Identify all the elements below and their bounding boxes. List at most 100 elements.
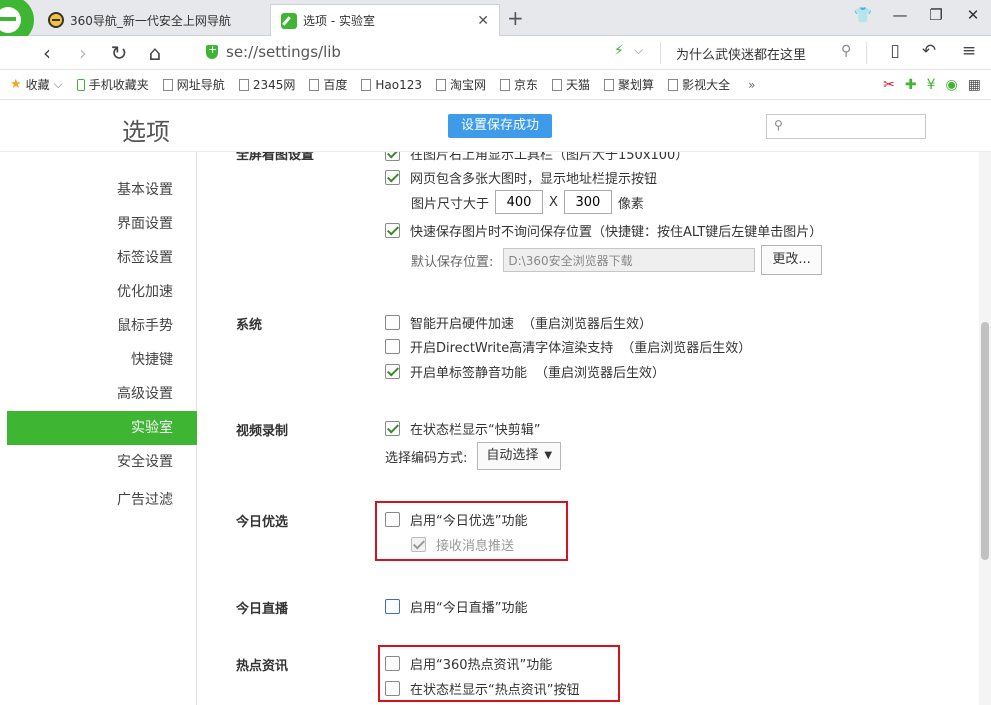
mobile-icon[interactable]: ▯ [883, 41, 907, 61]
sidebar-item-lab[interactable]: 实验室 [7, 411, 197, 445]
option-today-live[interactable]: 启用“今日直播”功能 [385, 597, 527, 616]
close-tab-icon[interactable]: ✕ [477, 13, 489, 29]
url-field[interactable]: se://settings/lib [206, 43, 341, 61]
checkbox[interactable] [385, 364, 400, 379]
bookmark-item[interactable]: 网址导航 [162, 76, 225, 93]
checkbox[interactable] [385, 512, 400, 527]
speed-mode-icon[interactable]: ⚡ [614, 43, 624, 59]
skin-icon[interactable]: 👕 [852, 6, 874, 24]
close-window-button[interactable]: ✕ [962, 6, 984, 24]
bookmark-label: 手机收藏夹 [88, 78, 149, 92]
bookmark-item[interactable]: 百度 [309, 76, 347, 93]
save-path-field[interactable] [503, 248, 756, 272]
yen-icon[interactable]: ¥ [927, 77, 936, 93]
minimize-button[interactable]: — [889, 6, 911, 24]
search-icon[interactable]: ⚲ [841, 43, 851, 59]
scrollbar-thumb[interactable] [981, 322, 989, 560]
bookmark-item[interactable]: 2345网 [238, 76, 296, 93]
option-image-toolbar[interactable]: 在图片右上角显示工具栏（图片大于150x100） [385, 152, 688, 163]
save-path-row: 默认保存位置: 更改... [411, 245, 822, 275]
sidebar-item-mouse-gesture[interactable]: 鼠标手势 [7, 309, 197, 343]
home-button[interactable]: ⌂ [142, 40, 168, 66]
sidebar-item-basic[interactable]: 基本设置 [7, 173, 197, 207]
sidebar-item-interface[interactable]: 界面设置 [7, 207, 197, 241]
bookmark-item[interactable]: 聚划算 [604, 76, 654, 93]
scissors-icon[interactable]: ✂ [883, 77, 895, 93]
option-tab-mute[interactable]: 开启单标签静音功能 （重启浏览器后生效） [385, 362, 665, 381]
checkbox[interactable] [385, 223, 400, 238]
tab-settings-lab[interactable]: 选项 - 实验室 ✕ [270, 4, 500, 36]
undo-icon[interactable]: ↶ [917, 41, 941, 61]
app-plus-icon[interactable]: ✚ [905, 77, 917, 93]
change-path-button[interactable]: 更改... [761, 245, 822, 275]
apps-grid-icon[interactable]: ▦ [968, 77, 981, 93]
back-button[interactable]: ‹ [34, 40, 60, 66]
refresh-button[interactable]: ↻ [106, 40, 132, 66]
sidebar-item-shortcuts[interactable]: 快捷键 [7, 343, 197, 377]
bookmark-item[interactable]: 京东 [500, 76, 538, 93]
scrollbar[interactable] [979, 152, 991, 705]
option-text: 接收消息推送 [436, 539, 515, 554]
bookmark-label: 天猫 [566, 78, 591, 92]
option-directwrite[interactable]: 开启DirectWrite高清字体渲染支持 （重启浏览器后生效） [385, 337, 751, 356]
gamepad-icon[interactable]: ◉ [946, 77, 958, 93]
page-icon [552, 78, 563, 91]
menu-icon[interactable]: ≡ [957, 41, 981, 61]
bookmark-item[interactable]: 手机收藏夹 [76, 76, 149, 93]
checkbox[interactable] [385, 339, 400, 354]
page-icon [162, 78, 173, 91]
sidebar-item-adblock[interactable]: 广告过滤 [7, 483, 197, 517]
new-tab-button[interactable]: + [507, 6, 524, 30]
search-icon: ⚲ [774, 118, 783, 132]
option-quick-save[interactable]: 快速保存图片时不询问保存位置（快捷键：按住ALT键后左键单击图片） [385, 221, 822, 240]
checkbox[interactable] [385, 152, 400, 161]
tab-360-nav[interactable]: 360导航_新一代安全上网导航 [38, 4, 270, 36]
bookmark-label: 京东 [514, 78, 539, 92]
encode-select[interactable]: 自动选择 ▼ [477, 442, 562, 470]
image-width-input[interactable] [495, 190, 544, 214]
option-push[interactable]: 接收消息推送 [411, 535, 514, 554]
option-text: 智能开启硬件加速 [410, 317, 515, 332]
search-box[interactable]: 为什么武侠迷都在这里 [676, 44, 806, 63]
sidebar-item-tabs[interactable]: 标签设置 [7, 241, 197, 275]
checkbox[interactable] [385, 681, 400, 696]
chevron-down-icon[interactable]: ⌵ [634, 43, 643, 58]
option-hw-accel[interactable]: 智能开启硬件加速 （重启浏览器后生效） [385, 313, 652, 332]
option-quick-clip[interactable]: 在状态栏显示“快剪辑” [385, 419, 540, 438]
option-text: 网页包含多张大图时，显示地址栏提示按钮 [410, 172, 658, 187]
settings-search[interactable]: ⚲ [766, 114, 926, 139]
url-text: se://settings/lib [226, 43, 341, 61]
bookmark-item[interactable]: 天猫 [552, 76, 590, 93]
settings-search-input[interactable] [791, 117, 921, 136]
bookmark-item[interactable]: 淘宝网 [436, 76, 486, 93]
image-height-input[interactable] [563, 190, 612, 214]
page-icon [238, 78, 249, 91]
bookmark-label: 2345网 [252, 78, 296, 92]
option-hot-news-statusbar[interactable]: 在状态栏显示“热点资讯”按钮 [385, 679, 579, 698]
restore-button[interactable]: ❐ [925, 6, 947, 24]
bookmarks-more-button[interactable]: » [748, 78, 755, 92]
checkbox[interactable] [385, 656, 400, 671]
option-note: （重启浏览器后生效） [621, 341, 752, 356]
settings-content: 全屏看图设置 在图片右上角显示工具栏（图片大于150x100） 网页包含多张大图… [197, 152, 979, 705]
option-today-pick[interactable]: 启用“今日优选”功能 [385, 510, 527, 529]
bookmark-label: Hao123 [375, 77, 422, 92]
bookmark-favorites[interactable]: ★ 收藏 ⌵ [10, 76, 63, 93]
checkbox[interactable] [385, 170, 400, 185]
bookmark-item[interactable]: 影视大全 [668, 76, 730, 93]
checkbox[interactable] [411, 537, 426, 552]
sidebar-item-security[interactable]: 安全设置 [7, 445, 197, 479]
option-hot-news[interactable]: 启用“360热点资讯”功能 [385, 654, 552, 673]
forward-button[interactable]: › [70, 40, 96, 66]
encode-label: 选择编码方式: [385, 450, 468, 466]
checkbox[interactable] [385, 599, 400, 614]
option-text: 启用“今日直播”功能 [410, 601, 528, 616]
checkbox[interactable] [385, 315, 400, 330]
tab-title: 选项 - 实验室 [303, 14, 375, 28]
sidebar-item-advanced[interactable]: 高级设置 [7, 377, 197, 411]
bookmark-item[interactable]: Hao123 [361, 78, 422, 92]
checkbox[interactable] [385, 421, 400, 436]
sidebar-item-optimize[interactable]: 优化加速 [7, 275, 197, 309]
option-text: 启用“360热点资讯”功能 [410, 658, 553, 673]
option-multi-image[interactable]: 网页包含多张大图时，显示地址栏提示按钮 [385, 168, 657, 187]
